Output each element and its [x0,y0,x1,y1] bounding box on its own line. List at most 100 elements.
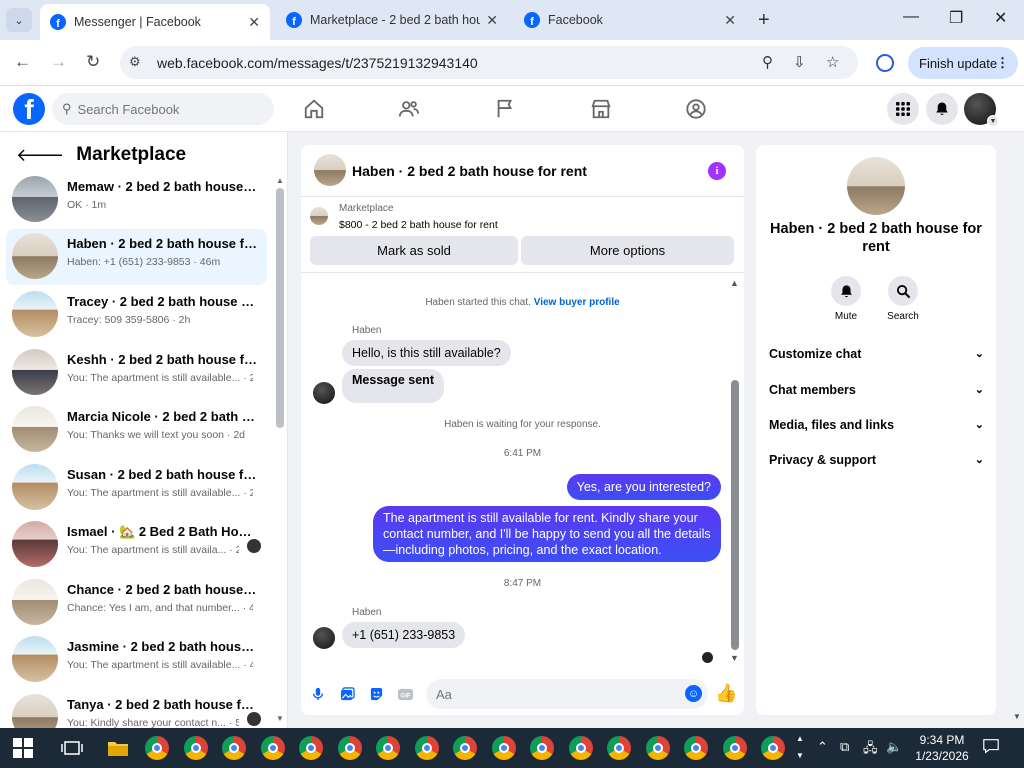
zoom-icon[interactable]: ⚲ [762,53,773,71]
listing-title[interactable]: $800 - 2 bed 2 bath house for rent [339,219,498,231]
show-hidden-icons-icon[interactable]: ⌃ [817,739,828,755]
tab-marketplace[interactable]: f Marketplace - 2 bed 2 bath hou ✕ [276,4,508,36]
chrome-taskbar-icon[interactable] [337,736,362,760]
close-tab-icon[interactable]: ✕ [248,14,260,31]
chrome-taskbar-icon[interactable] [761,736,785,760]
network-icon[interactable]: 🖧 [863,739,878,761]
chrome-taskbar-icon[interactable] [568,736,593,760]
sticker-icon[interactable] [367,685,385,703]
scroll-up-arrow[interactable]: ▲ [730,278,739,288]
restore-icon[interactable]: ❐ [949,8,963,28]
message-input[interactable] [426,679,708,709]
chrome-taskbar-icon[interactable] [145,736,169,760]
chrome-taskbar-icon[interactable] [645,736,670,760]
task-view-icon[interactable] [60,736,84,760]
account-avatar[interactable]: ▼ [964,93,999,127]
message-bubble-incoming[interactable]: Hello, is this still available? [342,340,511,366]
search-conversation-button[interactable]: Search [878,276,928,322]
conversation-item[interactable]: Tracey · 2 bed 2 bath house for ... Trace… [6,287,267,343]
conversation-item[interactable]: Haben · 2 bed 2 bath house for ... Haben:… [6,229,267,285]
url-text[interactable]: web.facebook.com/messages/t/237521913294… [157,55,478,71]
chat-members-section[interactable]: Chat members ⌄ [769,383,984,403]
scroll-down-arrow[interactable]: ▼ [276,714,284,723]
marketplace-icon[interactable] [590,98,612,120]
chrome-taskbar-icon[interactable] [684,736,708,760]
pages-flag-icon[interactable] [494,98,516,120]
thumbs-up-like-icon[interactable]: 👍 [715,683,737,704]
chat-title[interactable]: Haben · 2 bed 2 bath house for rent [352,163,587,179]
conversation-item[interactable]: Marcia Nicole · 2 bed 2 bath ho... You: T… [6,402,267,458]
home-icon[interactable] [303,98,325,120]
conversation-item[interactable]: Memaw · 2 bed 2 bath house fo... OK · 1m [6,172,267,228]
chrome-taskbar-icon[interactable] [491,736,516,760]
photo-gallery-icon[interactable] [338,685,356,703]
close-tab-icon[interactable]: ✕ [486,12,498,29]
mark-as-sold-button[interactable]: Mark as sold [310,236,518,265]
reload-icon[interactable]: ↻ [86,52,100,72]
info-icon[interactable]: i [708,162,726,180]
taskbar-scroll-arrows[interactable]: ▲ ▼ [796,730,804,764]
facebook-logo-icon[interactable]: f [13,93,45,125]
conversation-item[interactable]: Susan · 2 bed 2 bath house for r... You: … [6,460,267,516]
site-info-icon[interactable]: ⚙ [129,54,141,70]
scroll-down-arrow[interactable]: ▼ [730,653,739,663]
tab-search-button[interactable]: ⌄ [6,8,32,32]
address-bar[interactable]: ⚙ web.facebook.com/messages/t/2375219132… [120,46,858,79]
emoji-icon[interactable]: ☺ [685,685,702,702]
volume-icon[interactable]: 🔈 [886,739,902,755]
chrome-taskbar-icon[interactable] [260,736,285,760]
chrome-taskbar-icon[interactable] [222,736,246,760]
chat-thumbnail[interactable] [314,154,346,186]
windows-start-icon[interactable] [12,737,34,759]
view-buyer-profile-link[interactable]: View buyer profile [534,297,620,308]
sender-avatar[interactable] [313,627,335,649]
microphone-icon[interactable] [309,685,327,703]
tab-facebook[interactable]: f Facebook ✕ [514,4,746,36]
chrome-taskbar-icon[interactable] [414,736,439,760]
finish-update-button[interactable]: Finish update ⋮ [908,47,1018,79]
conversation-item[interactable]: Jasmine · 2 bed 2 bath house fo... You: T… [6,632,267,688]
close-tab-icon[interactable]: ✕ [724,12,736,29]
chrome-taskbar-icon[interactable] [607,736,631,760]
install-app-icon[interactable]: ⇩ [793,53,806,71]
back-arrow-icon[interactable]: 🡐 [16,145,64,166]
search-input[interactable] [77,101,258,117]
conversation-item[interactable]: Chance · 2 bed 2 bath house for... Chance… [6,575,267,631]
taskbar-clock[interactable]: 9:34 PM 1/23/2026 [912,732,972,764]
sidebar-scrollbar[interactable] [276,188,284,428]
chrome-taskbar-icon[interactable] [376,736,400,760]
apps-menu-icon[interactable] [887,93,919,125]
new-tab-icon[interactable]: + [758,9,770,32]
minimize-icon[interactable]: — [903,8,919,26]
back-icon[interactable]: ← [14,52,31,72]
customize-chat-section[interactable]: Customize chat ⌄ [769,347,984,367]
conversation-item[interactable]: Keshh · 2 bed 2 bath house for r... You: … [6,345,267,401]
message-bubble-incoming[interactable]: +1 (651) 233-9853 [342,622,466,648]
chat-scrollbar[interactable] [731,380,739,650]
page-scroll-down-arrow[interactable]: ▼ [1013,712,1021,721]
privacy-support-section[interactable]: Privacy & support ⌄ [769,453,984,473]
file-explorer-icon[interactable] [106,736,130,760]
chrome-taskbar-icon[interactable] [453,736,477,760]
notification-center-icon[interactable] [982,737,1000,758]
notifications-bell-icon[interactable] [926,93,958,125]
close-window-icon[interactable]: ✕ [994,8,1007,28]
mute-button[interactable]: Mute [821,276,871,322]
message-bubble-outgoing[interactable]: The apartment is still available for ren… [373,506,721,562]
conversation-item[interactable]: Tanya · 2 bed 2 bath house fo... You: Kin… [6,690,267,728]
chrome-taskbar-icon[interactable] [183,736,208,760]
chrome-taskbar-icon[interactable] [530,736,554,760]
chrome-taskbar-icon[interactable] [722,736,747,760]
message-bubble-incoming[interactable]: Message sent [342,369,444,403]
profile-icon[interactable] [876,54,894,72]
scroll-up-arrow[interactable]: ▲ [276,176,284,185]
forward-icon[interactable]: → [50,52,67,72]
groups-icon[interactable] [685,98,707,120]
conversation-item[interactable]: Ismael · 🏡 2 Bed 2 Bath Hou... You: The a… [6,517,267,573]
tab-messenger[interactable]: f Messenger | Facebook ✕ [40,4,270,40]
sender-avatar[interactable] [313,382,335,404]
bookmark-star-icon[interactable]: ☆ [826,53,839,71]
more-options-button[interactable]: More options [521,236,734,265]
camera-icon[interactable]: ⧉ [840,739,849,755]
media-files-links-section[interactable]: Media, files and links ⌄ [769,418,984,438]
